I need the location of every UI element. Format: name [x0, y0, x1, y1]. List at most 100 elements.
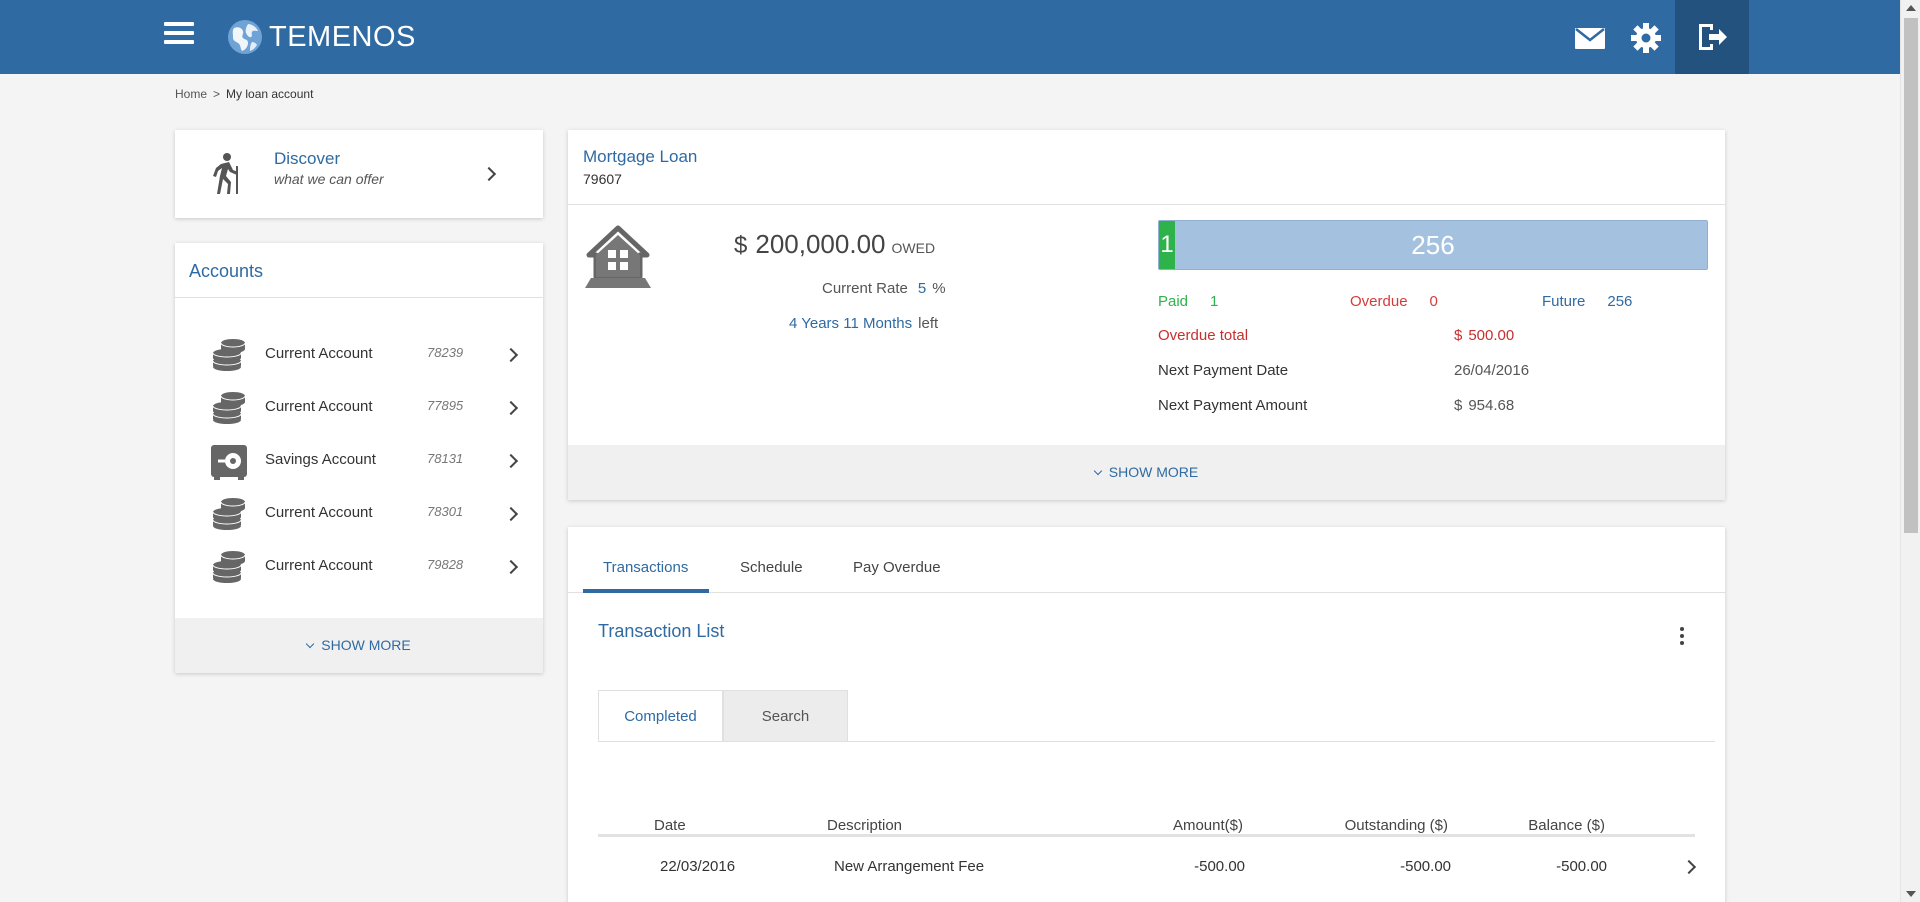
- tab-schedule[interactable]: Schedule: [740, 559, 803, 576]
- overdue-total-label: Overdue total: [1158, 327, 1249, 344]
- scroll-thumb[interactable]: [1904, 18, 1918, 533]
- stat-overdue-value: 0: [1429, 293, 1438, 310]
- transactions-card: Transactions Schedule Pay Overdue Transa…: [568, 527, 1725, 902]
- breadcrumb-current: My loan account: [226, 87, 314, 101]
- discover-title: Discover: [274, 149, 341, 168]
- transactions-tabs: Transactions Schedule Pay Overdue: [568, 527, 1725, 593]
- col-date: Date: [654, 817, 686, 834]
- globe-logo-icon: [228, 20, 262, 54]
- discover-card[interactable]: Discover what we can offer: [175, 130, 543, 218]
- chevron-right-icon: [503, 453, 519, 469]
- coins-icon: [212, 498, 246, 530]
- transactions-table-header: Date Description Amount($) Outstanding (…: [598, 817, 1695, 837]
- loan-number: 79607: [583, 171, 622, 187]
- chevron-right-icon: [503, 347, 519, 363]
- row-outstanding: -500.00: [1400, 858, 1451, 875]
- chevron-right-icon: [503, 506, 519, 522]
- owed-currency: $: [734, 232, 748, 259]
- scroll-up-arrow-icon[interactable]: [1906, 5, 1916, 11]
- stat-future-label: Future: [1542, 293, 1586, 310]
- brand-name: TEMENOS: [269, 20, 416, 53]
- chevron-down-icon: [1093, 466, 1103, 476]
- accounts-show-more-button[interactable]: SHOW MORE: [175, 618, 543, 673]
- subtab-completed[interactable]: Completed: [598, 690, 723, 742]
- account-number: 78301: [427, 504, 464, 519]
- mail-icon[interactable]: [1572, 20, 1608, 56]
- tab-transactions[interactable]: Transactions: [603, 559, 688, 576]
- next-payment-date-value: 26/04/2016: [1454, 362, 1530, 379]
- next-payment-amount: 954.68: [1468, 397, 1515, 414]
- subtab-divider: [598, 741, 1715, 742]
- breadcrumb-separator: >: [213, 87, 221, 101]
- hamburger-menu-icon[interactable]: [164, 22, 194, 52]
- owed-value: 200,000.00: [755, 229, 886, 259]
- term-remaining: 4 Years 11 Months left: [789, 315, 938, 332]
- logout-button[interactable]: [1675, 0, 1749, 74]
- loan-summary-card: Mortgage Loan 79607 $200,000.00 OWED Curr…: [568, 130, 1725, 500]
- col-amount: Amount($): [1172, 817, 1243, 834]
- transaction-list-title: Transaction List: [598, 621, 725, 641]
- account-row[interactable]: Current Account 78301: [175, 489, 543, 539]
- stat-future: Future 256: [1542, 293, 1632, 310]
- page-scrollbar[interactable]: [1900, 0, 1920, 902]
- owed-amount: $200,000.00 OWED: [734, 229, 935, 260]
- discover-subtitle: what we can offer: [274, 171, 384, 187]
- overdue-total-currency: $: [1454, 327, 1463, 344]
- next-payment-amount-value: $954.68: [1454, 397, 1514, 414]
- row-balance: -500.00: [1556, 858, 1607, 875]
- progress-future-count: 256: [1411, 230, 1455, 260]
- account-name: Savings Account: [265, 451, 376, 468]
- term-value: 4 Years 11 Months: [789, 315, 913, 332]
- row-amount: -500.00: [1194, 858, 1245, 875]
- account-name: Current Account: [265, 398, 373, 415]
- account-row[interactable]: Savings Account 78131: [175, 436, 543, 486]
- chevron-right-icon: [503, 559, 519, 575]
- tab-pay-overdue[interactable]: Pay Overdue: [853, 559, 941, 576]
- chevron-down-icon: [306, 639, 315, 649]
- subtab-search[interactable]: Search: [723, 690, 848, 742]
- stat-paid: Paid 1: [1158, 293, 1218, 310]
- more-options-icon[interactable]: [1679, 627, 1685, 649]
- brand-logo[interactable]: TEMENOS: [226, 18, 416, 56]
- coins-icon: [212, 551, 246, 583]
- logout-icon: [1699, 24, 1727, 50]
- gear-icon[interactable]: [1628, 20, 1664, 56]
- overdue-total-value: $500.00: [1454, 327, 1514, 344]
- account-name: Current Account: [265, 345, 373, 362]
- row-date: 22/03/2016: [660, 858, 736, 875]
- coins-icon: [212, 339, 246, 371]
- stat-future-value: 256: [1607, 293, 1633, 310]
- coins-icon: [212, 392, 246, 424]
- current-rate: Current Rate 5%: [822, 280, 946, 297]
- account-number: 79828: [427, 557, 464, 572]
- rate-unit: %: [932, 280, 946, 297]
- account-row[interactable]: Current Account 79828: [175, 542, 543, 592]
- chevron-right-icon: [1681, 859, 1697, 875]
- show-more-label: SHOW MORE: [1108, 464, 1199, 480]
- next-payment-amount-label: Next Payment Amount: [1158, 397, 1308, 414]
- owed-label: OWED: [891, 240, 936, 256]
- loan-show-more-button[interactable]: SHOW MORE: [568, 445, 1725, 500]
- account-row[interactable]: Current Account 78239: [175, 330, 543, 380]
- account-name: Current Account: [265, 504, 373, 521]
- overdue-total-amount: 500.00: [1468, 327, 1515, 344]
- table-row[interactable]: 22/03/2016 New Arrangement Fee -500.00 -…: [598, 856, 1697, 886]
- payments-progress-bar: 256 1: [1158, 220, 1708, 270]
- show-more-label: SHOW MORE: [321, 637, 411, 653]
- safe-icon: [211, 445, 247, 480]
- rate-value: 5: [917, 280, 927, 297]
- col-outstanding: Outstanding ($): [1344, 817, 1448, 834]
- col-balance: Balance ($): [1528, 817, 1605, 834]
- scroll-down-arrow-icon[interactable]: [1906, 891, 1916, 897]
- account-number: 77895: [427, 398, 464, 413]
- accounts-title: Accounts: [175, 243, 543, 298]
- account-row[interactable]: Current Account 77895: [175, 383, 543, 433]
- chevron-right-icon: [503, 400, 519, 416]
- chevron-right-icon: [481, 166, 497, 182]
- active-tab-indicator: [583, 589, 709, 593]
- row-description: New Arrangement Fee: [834, 858, 985, 875]
- breadcrumb-home-link[interactable]: Home: [175, 87, 207, 101]
- breadcrumb: Home > My loan account: [175, 87, 313, 101]
- next-payment-date-label: Next Payment Date: [1158, 362, 1289, 379]
- top-navigation-bar: TEMENOS: [0, 0, 1900, 74]
